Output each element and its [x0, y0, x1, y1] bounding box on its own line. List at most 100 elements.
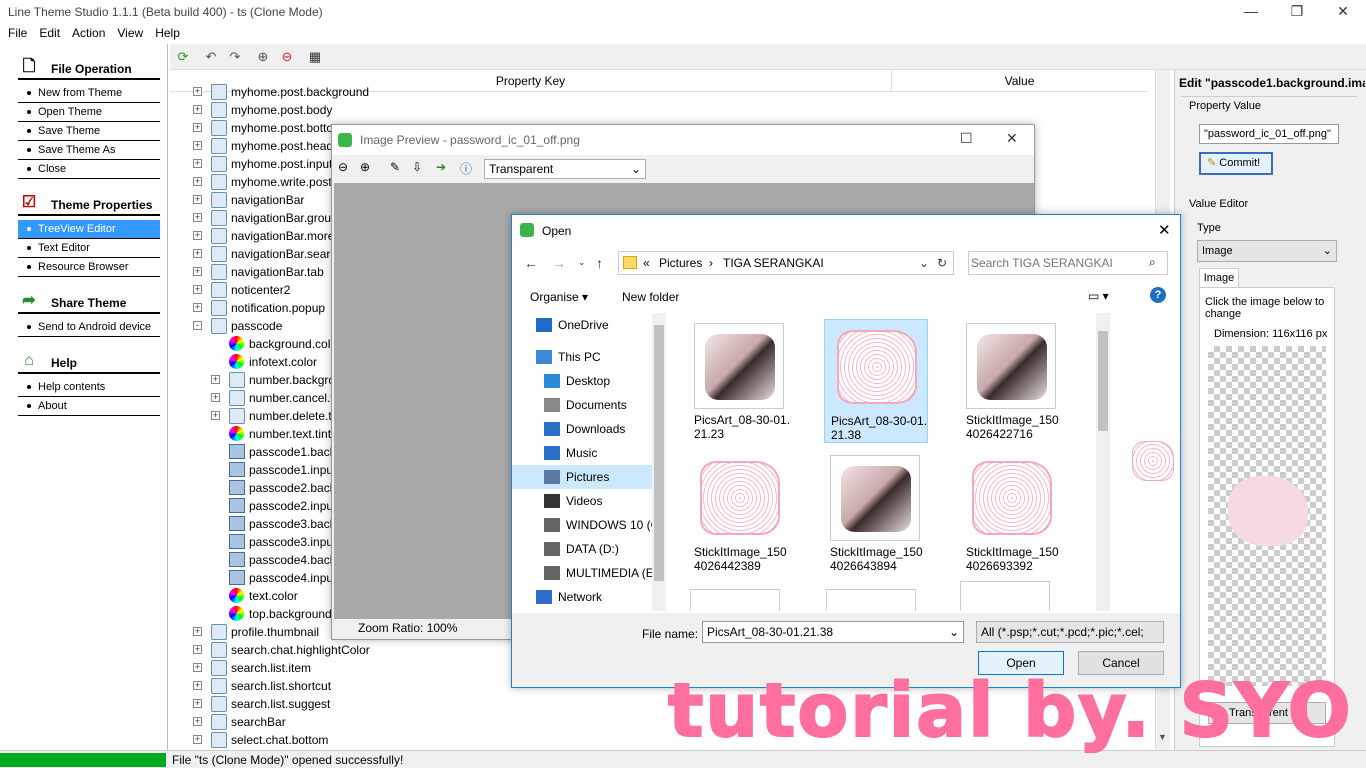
- nav-item[interactable]: Downloads: [512, 417, 652, 441]
- file-thumb-partial[interactable]: [826, 589, 916, 611]
- tree-row[interactable]: + myhome.post.background: [170, 83, 890, 101]
- tab-image[interactable]: Image: [1199, 268, 1239, 288]
- refresh-icon[interactable]: ⟳: [174, 48, 192, 66]
- zoom-in-icon[interactable]: ⊕: [360, 160, 370, 174]
- expand-icon[interactable]: +: [193, 285, 202, 294]
- refresh-icon[interactable]: ↻: [937, 252, 947, 274]
- nav-item[interactable]: Documents: [512, 393, 652, 417]
- expand-icon[interactable]: +: [193, 627, 202, 636]
- expand-icon[interactable]: +: [193, 105, 202, 114]
- nav-item[interactable]: This PC: [512, 345, 652, 369]
- menu-edit[interactable]: Edit: [33, 24, 66, 42]
- nav-item[interactable]: Network: [512, 585, 652, 609]
- import-icon[interactable]: ⇩: [412, 160, 422, 174]
- image-preview-thumbnail[interactable]: [1208, 346, 1326, 686]
- expand-icon[interactable]: +: [211, 393, 220, 402]
- expand-icon[interactable]: +: [193, 231, 202, 240]
- file-type-select[interactable]: All (*.psp;*.cut;*.pcd;*.pic;*.cel;: [976, 621, 1164, 643]
- left-item-text-editor[interactable]: Text Editor: [18, 239, 160, 258]
- column-header-value[interactable]: Value: [891, 70, 1147, 92]
- menu-help[interactable]: Help: [149, 24, 186, 42]
- menu-file[interactable]: File: [2, 24, 33, 42]
- view-options-icon[interactable]: ▭ ▾: [1088, 289, 1109, 303]
- left-item-send-to-android[interactable]: Send to Android device: [18, 318, 160, 337]
- expand-icon[interactable]: +: [193, 699, 202, 708]
- collapse-icon[interactable]: -: [193, 321, 202, 330]
- expand-icon[interactable]: +: [193, 681, 202, 690]
- undo-icon[interactable]: ↶: [202, 48, 220, 66]
- file-thumb-partial[interactable]: [690, 589, 780, 611]
- expand-icon[interactable]: +: [211, 411, 220, 420]
- breadcrumb-pictures[interactable]: Pictures: [659, 252, 702, 274]
- expand-icon[interactable]: +: [193, 141, 202, 150]
- nav-item[interactable]: DATA (D:): [512, 537, 652, 561]
- dialog-close-button[interactable]: ✕: [1158, 221, 1171, 239]
- redo-icon[interactable]: ↷: [226, 48, 244, 66]
- expand-icon[interactable]: +: [193, 267, 202, 276]
- left-item-save-theme-as[interactable]: Save Theme As: [18, 141, 160, 160]
- nav-scroll-thumb[interactable]: [654, 325, 664, 581]
- expand-icon[interactable]: +: [193, 195, 202, 204]
- breadcrumb-root[interactable]: «: [643, 252, 650, 274]
- file-item[interactable]: StickItImage_150 4026643894: [824, 451, 928, 575]
- expand-icon[interactable]: +: [193, 303, 202, 312]
- type-select[interactable]: Image ⌄: [1197, 240, 1337, 262]
- preview-maximize-button[interactable]: ☐: [960, 130, 973, 147]
- add-icon[interactable]: ⊕: [254, 48, 272, 66]
- expand-icon[interactable]: +: [193, 735, 202, 744]
- file-scroll-thumb[interactable]: [1098, 331, 1108, 431]
- minimize-button[interactable]: —: [1228, 0, 1274, 24]
- nav-item[interactable]: WINDOWS 10 (C: [512, 513, 652, 537]
- breadcrumb-tiga-serangkai[interactable]: TIGA SERANGKAI: [723, 252, 824, 274]
- nav-item[interactable]: Music: [512, 441, 652, 465]
- remove-icon[interactable]: ⊖: [278, 48, 296, 66]
- property-value-field[interactable]: "password_ic_01_off.png": [1199, 124, 1339, 144]
- file-item[interactable]: PicsArt_08-30-01. 21.38: [824, 319, 928, 443]
- expand-icon[interactable]: +: [193, 249, 202, 258]
- new-folder-button[interactable]: New folder: [622, 290, 679, 304]
- search-input[interactable]: [971, 254, 1141, 272]
- file-item[interactable]: StickItImage_150 4026422716: [960, 319, 1064, 443]
- restore-button[interactable]: ❐: [1274, 0, 1320, 24]
- expand-icon[interactable]: +: [211, 375, 220, 384]
- expand-icon[interactable]: +: [193, 645, 202, 654]
- preview-close-button[interactable]: ✕: [1006, 130, 1018, 147]
- left-item-open-theme[interactable]: Open Theme: [18, 103, 160, 122]
- search-box[interactable]: ⌕: [968, 251, 1168, 275]
- expand-icon[interactable]: +: [193, 159, 202, 168]
- address-dropdown-icon[interactable]: ⌄: [919, 252, 929, 274]
- nav-item[interactable]: Pictures: [512, 465, 652, 489]
- menu-action[interactable]: Action: [66, 24, 111, 42]
- binoculars-icon[interactable]: ▦: [306, 48, 324, 66]
- nav-item[interactable]: MULTIMEDIA (E:: [512, 561, 652, 585]
- file-item[interactable]: StickItImage_150 4026693392: [960, 451, 1064, 575]
- left-item-treeview-editor[interactable]: TreeView Editor: [18, 220, 160, 239]
- left-item-resource-browser[interactable]: Resource Browser: [18, 258, 160, 277]
- help-icon[interactable]: ?: [1150, 287, 1166, 303]
- address-bar[interactable]: « Pictures › TIGA SERANGKAI ⌄ ↻: [618, 251, 954, 275]
- file-thumb-partial[interactable]: [960, 581, 1050, 611]
- expand-icon[interactable]: +: [193, 177, 202, 186]
- edit-image-icon[interactable]: ✎: [390, 160, 400, 174]
- export-icon[interactable]: ➔: [436, 160, 446, 174]
- organise-button[interactable]: Organise ▾: [530, 290, 588, 304]
- nav-item[interactable]: OneDrive: [512, 313, 652, 337]
- back-icon[interactable]: ←: [524, 255, 538, 271]
- expand-icon[interactable]: +: [193, 663, 202, 672]
- left-item-close[interactable]: Close: [18, 160, 160, 179]
- up-icon[interactable]: ↑: [596, 255, 603, 271]
- preview-bg-select[interactable]: Transparent ⌄: [484, 159, 646, 179]
- menu-view[interactable]: View: [111, 24, 149, 42]
- commit-button[interactable]: ✎ Commit!: [1199, 152, 1273, 175]
- recent-chevron-icon[interactable]: ⌄: [578, 257, 586, 268]
- nav-item[interactable]: Desktop: [512, 369, 652, 393]
- nav-item[interactable]: Videos: [512, 489, 652, 513]
- expand-icon[interactable]: +: [193, 213, 202, 222]
- close-button[interactable]: ✕: [1320, 0, 1366, 24]
- zoom-out-icon[interactable]: ⊖: [338, 160, 348, 174]
- expand-icon[interactable]: +: [193, 123, 202, 132]
- nav-scrollbar[interactable]: [652, 313, 666, 611]
- file-scrollbar[interactable]: [1096, 313, 1110, 611]
- left-item-save-theme[interactable]: Save Theme: [18, 122, 160, 141]
- forward-icon[interactable]: →: [552, 255, 566, 271]
